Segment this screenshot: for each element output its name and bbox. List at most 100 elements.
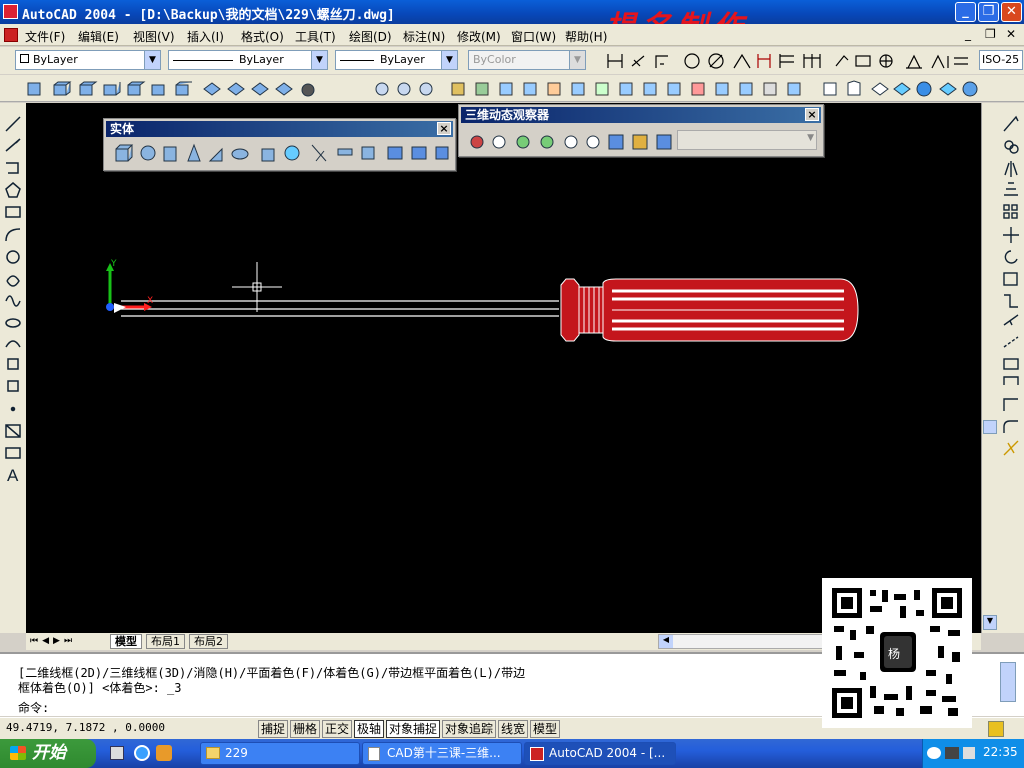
close-button[interactable]: ✕ <box>1001 2 1022 22</box>
make-block-icon <box>7 380 19 392</box>
setup-drawing-icon <box>387 146 403 160</box>
plotstyle-combo[interactable]: ByColor ▼ <box>468 50 586 70</box>
ellipse-arc-icon <box>5 340 21 348</box>
doc-close-button[interactable]: ✕ <box>1006 27 1016 41</box>
tab-model[interactable]: 模型 <box>110 634 142 649</box>
volume-icon[interactable] <box>963 747 975 759</box>
comm-center-icon[interactable] <box>988 721 1004 737</box>
osnap-toggle[interactable]: 对象捕捉 <box>386 720 441 738</box>
tray-expand-icon[interactable] <box>927 747 941 759</box>
extrude-icon <box>261 148 275 162</box>
scroll-left-arrow-icon[interactable]: ◀ <box>659 635 673 648</box>
layer-value: ByLayer <box>33 53 78 66</box>
vertical-scroll-thumb[interactable] <box>983 420 997 434</box>
menu-edit[interactable]: 编辑(E) <box>78 28 119 45</box>
stretch-icon <box>1004 294 1018 308</box>
task-cad-lesson-label: CAD第十三课-三维... <box>387 746 501 760</box>
erase-icon <box>1003 115 1019 132</box>
back-clip-icon <box>656 134 672 150</box>
tolerance-icon <box>855 55 871 67</box>
show-desktop-icon[interactable] <box>110 746 124 760</box>
start-label: 开始 <box>32 743 66 763</box>
command-history-line-2: 框体着色(O)] <体着色>: _3 <box>18 681 182 695</box>
network-icon[interactable] <box>945 747 959 759</box>
solids-panel-close-button[interactable]: × <box>437 122 451 135</box>
chevron-down-icon: ▼ <box>311 51 327 69</box>
otrack-toggle[interactable]: 对象追踪 <box>442 720 497 738</box>
tab-layout1[interactable]: 布局1 <box>146 634 185 649</box>
maximize-button[interactable]: ❐ <box>978 2 999 22</box>
properties-toolbar: ByLayer ▼ ByLayer ▼ ByLayer ▼ ByColor ▼ <box>0 47 1024 74</box>
ne-iso-icon <box>251 82 269 96</box>
menu-dimension[interactable]: 标注(N) <box>403 28 445 45</box>
drawing-canvas[interactable]: Y X <box>26 103 981 633</box>
menu-help[interactable]: 帮助(H) <box>565 28 607 45</box>
modify-toolbar <box>998 103 1024 633</box>
scroll-down-arrow-icon[interactable]: ▼ <box>983 615 997 630</box>
doc-minimize-button[interactable]: _ <box>965 27 971 41</box>
quicklaunch-app-icon[interactable] <box>156 745 172 761</box>
line-sample-icon <box>173 59 233 61</box>
ucs-apply-icon <box>715 82 729 96</box>
dimstyle-icon <box>954 57 968 65</box>
clock[interactable]: 22:35 <box>983 745 1018 759</box>
camera-icon <box>301 83 315 97</box>
ortho-toggle[interactable]: 正交 <box>322 720 353 738</box>
lineweight-combo[interactable]: ByLayer ▼ <box>335 50 458 70</box>
chevron-down-icon: ▼ <box>441 51 457 69</box>
layer-combo[interactable]: ByLayer ▼ <box>15 50 161 70</box>
left-view-icon <box>103 82 121 96</box>
system-tray: 22:35 <box>922 739 1024 768</box>
menu-format[interactable]: 格式(O) <box>241 28 284 45</box>
task-cad-lesson[interactable]: CAD第十三课-三维... <box>362 742 522 765</box>
start-button[interactable]: 开始 <box>0 739 96 768</box>
lineweight-toggle[interactable]: 线宽 <box>498 720 529 738</box>
wedge-icon <box>208 147 223 162</box>
document-icon[interactable] <box>4 28 18 42</box>
menu-insert[interactable]: 插入(I) <box>187 28 224 45</box>
render-toolbar <box>375 82 433 96</box>
ucs-x-label: X <box>147 296 153 306</box>
dimstyle-combo[interactable]: ISO-25 <box>979 50 1023 70</box>
menu-file[interactable]: 文件(F) <box>25 28 65 45</box>
minimize-button[interactable]: _ <box>955 2 976 22</box>
ucs-icon <box>451 82 465 96</box>
grid-toggle[interactable]: 栅格 <box>290 720 321 738</box>
task-autocad-label: AutoCAD 2004 - [... <box>549 746 666 760</box>
autocad-app-icon[interactable] <box>3 4 18 19</box>
dimedit-icon <box>906 54 922 69</box>
task-folder-229[interactable]: 229 <box>200 742 360 765</box>
circle-icon <box>6 250 20 264</box>
tab-layout2[interactable]: 布局2 <box>189 634 228 649</box>
command-scrollbar[interactable] <box>1000 662 1016 702</box>
layer-color-swatch-icon <box>20 54 29 63</box>
menu-draw[interactable]: 绘图(D) <box>349 28 392 45</box>
doc-restore-button[interactable]: ❐ <box>985 27 996 41</box>
arc-icon <box>5 228 21 242</box>
ucs-toolbar <box>451 82 801 96</box>
menu-tools[interactable]: 工具(T) <box>295 28 336 45</box>
sw-iso-icon <box>203 82 221 96</box>
explode-icon <box>1003 440 1019 456</box>
snap-toggle[interactable]: 捕捉 <box>258 720 289 738</box>
offset-icon <box>1004 182 1018 196</box>
vertical-scrollbar[interactable]: ▼ <box>981 103 998 633</box>
menu-view[interactable]: 视图(V) <box>133 28 175 45</box>
shade-toolbar <box>823 80 978 97</box>
3d-orbit-panel-close-button[interactable]: × <box>805 108 819 121</box>
task-autocad[interactable]: AutoCAD 2004 - [... <box>524 742 676 765</box>
menu-modify[interactable]: 修改(M) <box>457 28 501 45</box>
sphere-icon <box>140 145 156 161</box>
polar-toggle[interactable]: 极轴 <box>354 720 385 738</box>
menu-window[interactable]: 窗口(W) <box>511 28 556 45</box>
lineweight-value: ByLayer <box>380 53 425 66</box>
linetype-combo[interactable]: ByLayer ▼ <box>168 50 328 70</box>
point-icon <box>10 406 16 412</box>
tab-nav-arrows-icon[interactable]: ⏮◀▶⏭ <box>30 636 76 646</box>
top-view-icon <box>53 81 72 96</box>
model-space-toggle[interactable]: 模型 <box>530 720 561 738</box>
command-prompt[interactable]: 命令: <box>18 699 49 716</box>
orbit-view-combo[interactable]: ▼ <box>677 130 817 150</box>
aligned-dim-icon <box>631 55 645 67</box>
internet-explorer-icon[interactable] <box>134 745 150 761</box>
